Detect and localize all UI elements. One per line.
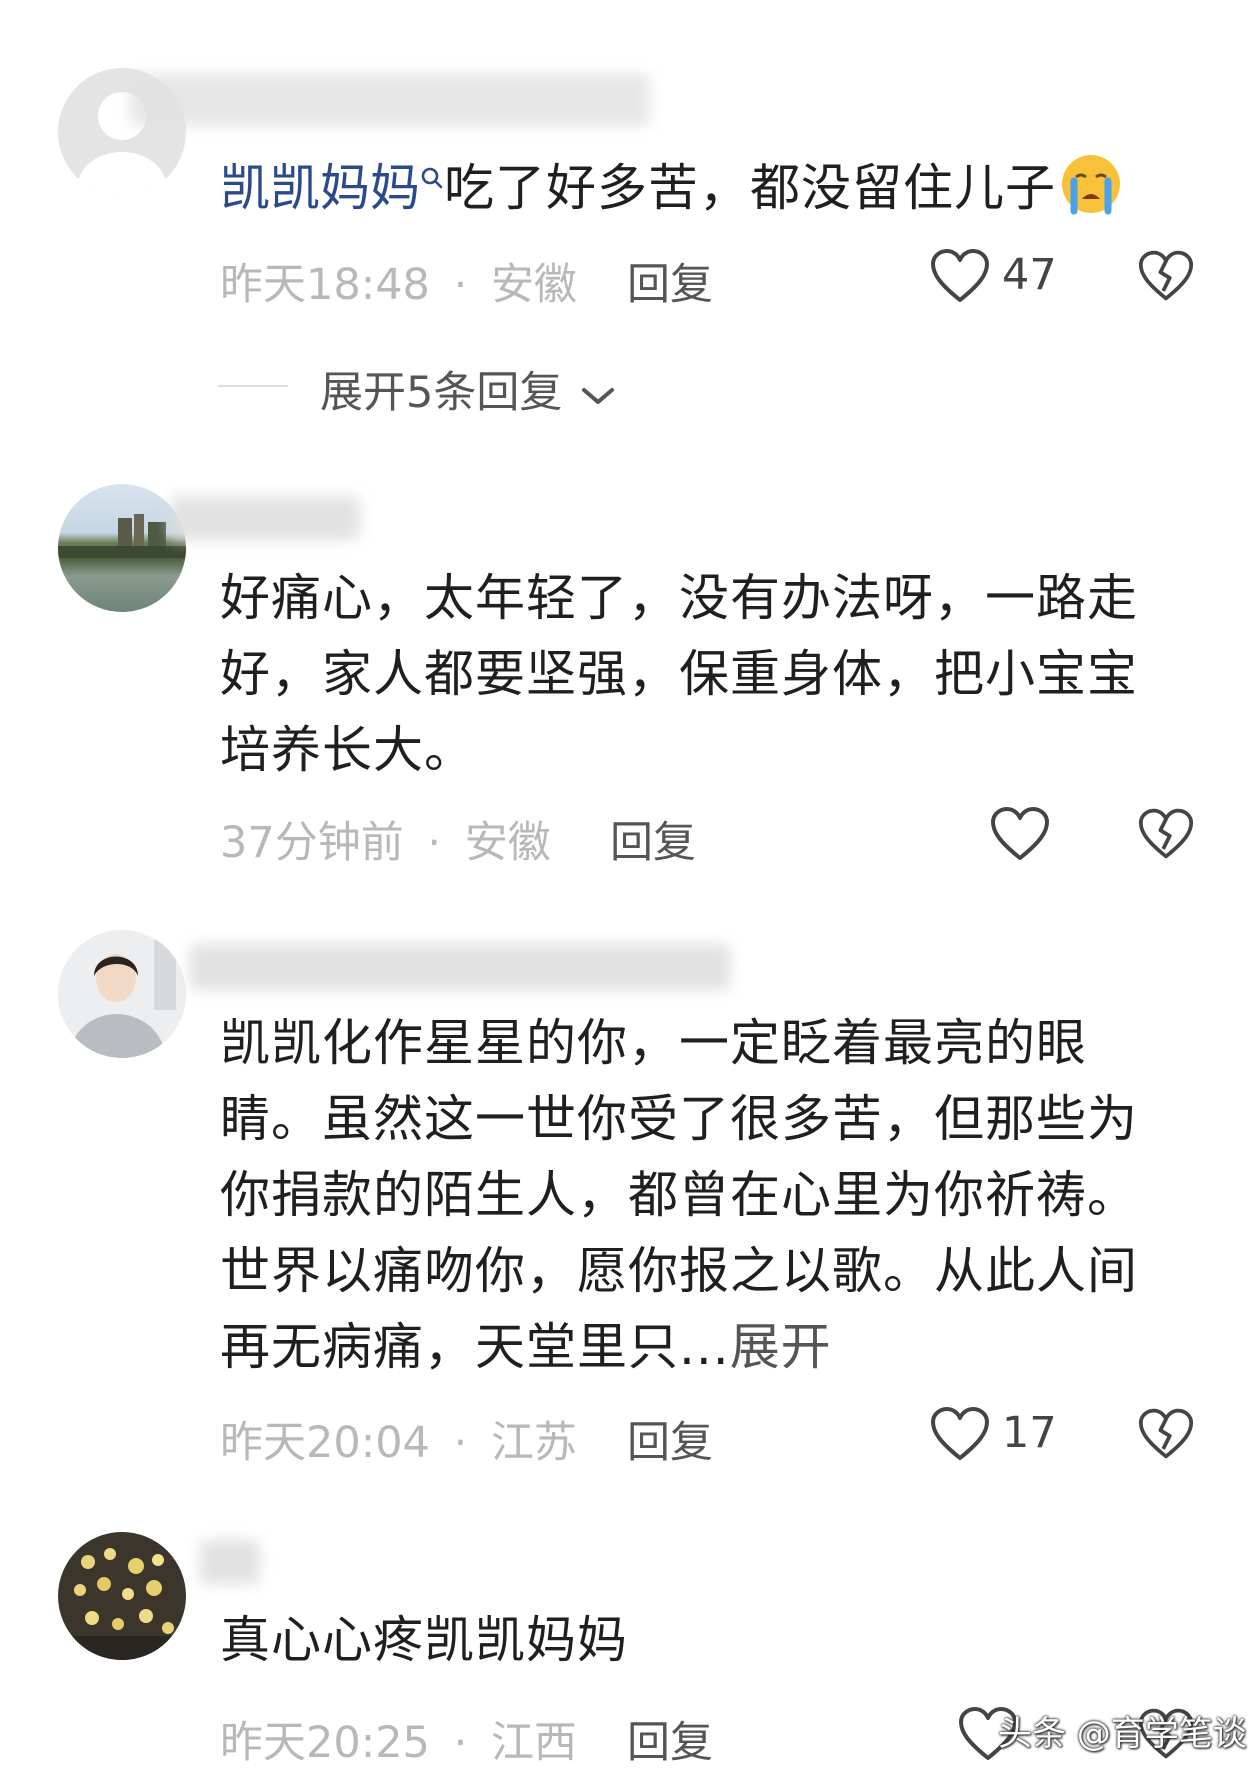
dislike-broken-heart-icon[interactable] [1138, 1406, 1194, 1462]
comment-text: 真心心疼凯凯妈妈 [220, 1611, 628, 1669]
timestamp: 昨天20:04 [220, 1418, 430, 1468]
username-blurred [130, 74, 650, 126]
comment-meta: 昨天20:04 · 江苏 [220, 1408, 577, 1470]
username-blurred [170, 496, 360, 540]
comment-1-body: 凯凯妈妈 吃了好多苦，都没留住儿子 [220, 150, 1122, 226]
like-heart-icon[interactable] [990, 806, 1050, 862]
crying-face-emoji-icon [1062, 155, 1120, 215]
expand-divider [218, 385, 288, 387]
separator: · [453, 1418, 468, 1468]
reply-button[interactable]: 回复 [627, 250, 713, 312]
landscape-avatar-image [58, 514, 186, 558]
comment-text-block: 凯凯化作星星的你，一定眨着最亮的眼睛。虽然这一世你受了很多苦，但那些为你捐款的陌… [220, 1005, 1180, 1385]
reply-button[interactable]: 回复 [610, 808, 696, 870]
avatar[interactable] [58, 484, 186, 612]
username-blurred [190, 944, 730, 990]
expand-replies-button[interactable]: 展开5条回复 [320, 358, 616, 420]
search-icon[interactable] [420, 166, 444, 196]
separator: · [453, 1718, 468, 1768]
comment-text: 好痛心，太年轻了，没有办法呀，一路走好，家人都要坚强，保重身体，把小宝宝培养长大… [220, 569, 1138, 779]
comment-text: 吃了好多苦，都没留住儿子 [444, 159, 1056, 217]
author-name[interactable]: 凯凯妈妈 [220, 159, 420, 217]
expand-text-button[interactable]: 展开 [730, 1318, 832, 1376]
location: 安徽 [464, 818, 551, 868]
separator: · [427, 818, 442, 868]
dislike-broken-heart-icon[interactable] [1138, 806, 1194, 862]
watermark: 头条 @育学笔谈 [998, 1714, 1247, 1754]
like-count: 17 [1002, 1408, 1057, 1458]
timestamp: 昨天18:48 [220, 260, 430, 310]
location: 江苏 [490, 1418, 577, 1468]
like-count: 47 [1002, 250, 1057, 300]
timestamp: 昨天20:25 [220, 1718, 430, 1768]
comment-meta: 昨天18:48 · 安徽 [220, 250, 577, 312]
separator: · [453, 260, 468, 310]
comment-meta: 昨天20:25 · 江西 [220, 1708, 577, 1770]
avatar[interactable] [58, 930, 186, 1058]
reply-button[interactable]: 回复 [627, 1408, 713, 1470]
flowers-avatar-image [58, 1548, 186, 1660]
timestamp: 37分钟前 [220, 818, 404, 868]
location: 江西 [490, 1718, 577, 1768]
comment-meta: 37分钟前 · 安徽 [220, 808, 551, 870]
person-avatar-image [58, 930, 186, 1058]
username-blurred [200, 1540, 260, 1584]
dislike-broken-heart-icon[interactable] [1138, 248, 1194, 304]
reply-button[interactable]: 回复 [627, 1708, 713, 1770]
like-heart-icon[interactable] [930, 248, 990, 304]
avatar[interactable] [58, 1532, 186, 1660]
comment-text: 凯凯化作星星的你，一定眨着最亮的眼睛。虽然这一世你受了很多苦，但那些为你捐款的陌… [220, 1014, 1138, 1376]
like-heart-icon[interactable] [930, 1406, 990, 1462]
chevron-down-icon [582, 387, 615, 404]
expand-replies-label: 展开5条回复 [320, 368, 563, 418]
location: 安徽 [490, 260, 577, 310]
